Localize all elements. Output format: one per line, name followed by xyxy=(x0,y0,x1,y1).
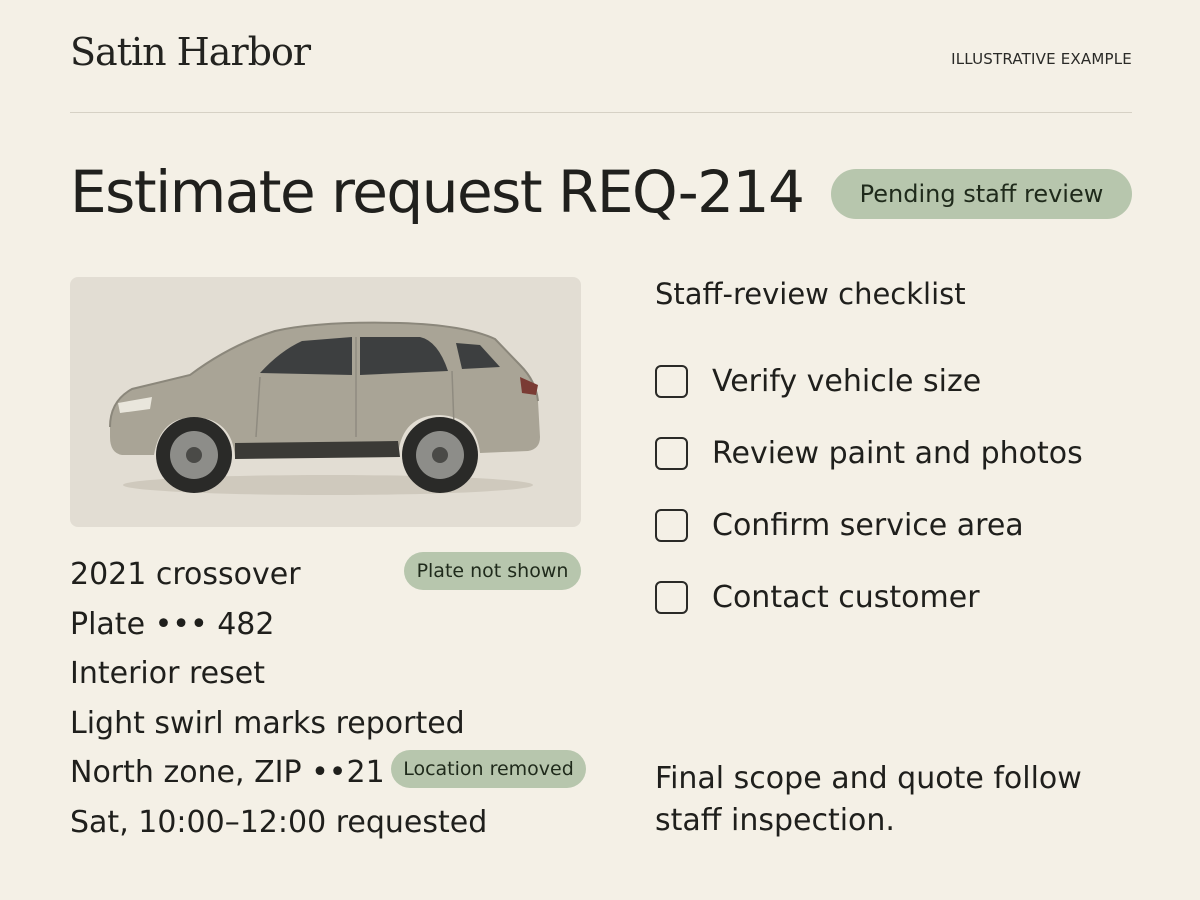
service-type: Interior reset xyxy=(70,656,265,692)
status-badge: Pending staff review xyxy=(831,169,1132,219)
plate-row: Plate ••• 482 xyxy=(70,600,590,650)
plate-hidden-badge: Plate not shown xyxy=(404,552,581,590)
brand-logo: Satin Harbor xyxy=(70,30,311,74)
checkbox[interactable] xyxy=(655,436,688,470)
checkbox[interactable] xyxy=(655,580,688,614)
plate-number: Plate ••• 482 xyxy=(70,606,275,642)
checklist-item-label: Confirm service area xyxy=(712,507,1024,543)
location-row: North zone, ZIP ••21 Location removed xyxy=(70,748,590,798)
crossover-vehicle-icon xyxy=(109,321,540,495)
vehicle-model-row: 2021 crossover Plate not shown xyxy=(70,550,590,600)
illustrative-tag: ILLUSTRATIVE EXAMPLE xyxy=(951,50,1132,68)
checklist-item-label: Verify vehicle size xyxy=(712,363,982,399)
condition-row: Light swirl marks reported xyxy=(70,699,590,749)
checklist-item-contact-customer[interactable]: Contact customer xyxy=(655,561,1083,633)
checklist-item-review-paint[interactable]: Review paint and photos xyxy=(655,417,1083,489)
location-removed-badge: Location removed xyxy=(391,750,586,788)
footnote-line: Final scope and quote follow xyxy=(655,761,1082,796)
condition-note: Light swirl marks reported xyxy=(70,705,465,741)
header-divider xyxy=(70,112,1132,113)
checklist-item-verify-size[interactable]: Verify vehicle size xyxy=(655,345,1083,417)
staff-checklist: Verify vehicle size Review paint and pho… xyxy=(655,345,1083,633)
vehicle-photo xyxy=(70,277,581,527)
schedule-row: Sat, 10:00–12:00 requested xyxy=(70,798,590,848)
footnote-line: staff inspection. xyxy=(655,803,895,838)
vehicle-details: 2021 crossover Plate not shown Plate •••… xyxy=(70,550,590,847)
schedule-text: Sat, 10:00–12:00 requested xyxy=(70,804,488,840)
vehicle-model: 2021 crossover xyxy=(70,557,301,593)
checkbox[interactable] xyxy=(655,364,688,398)
checklist-item-label: Review paint and photos xyxy=(712,435,1083,471)
page-title: Estimate request REQ-214 xyxy=(70,158,805,226)
checkbox[interactable] xyxy=(655,508,688,542)
service-row: Interior reset xyxy=(70,649,590,699)
quote-footnote: Final scope and quote follow staff inspe… xyxy=(655,758,1125,842)
location-text: North zone, ZIP ••21 xyxy=(70,755,385,791)
checklist-item-confirm-area[interactable]: Confirm service area xyxy=(655,489,1083,561)
checklist-title: Staff-review checklist xyxy=(655,277,966,311)
checklist-item-label: Contact customer xyxy=(712,579,980,615)
